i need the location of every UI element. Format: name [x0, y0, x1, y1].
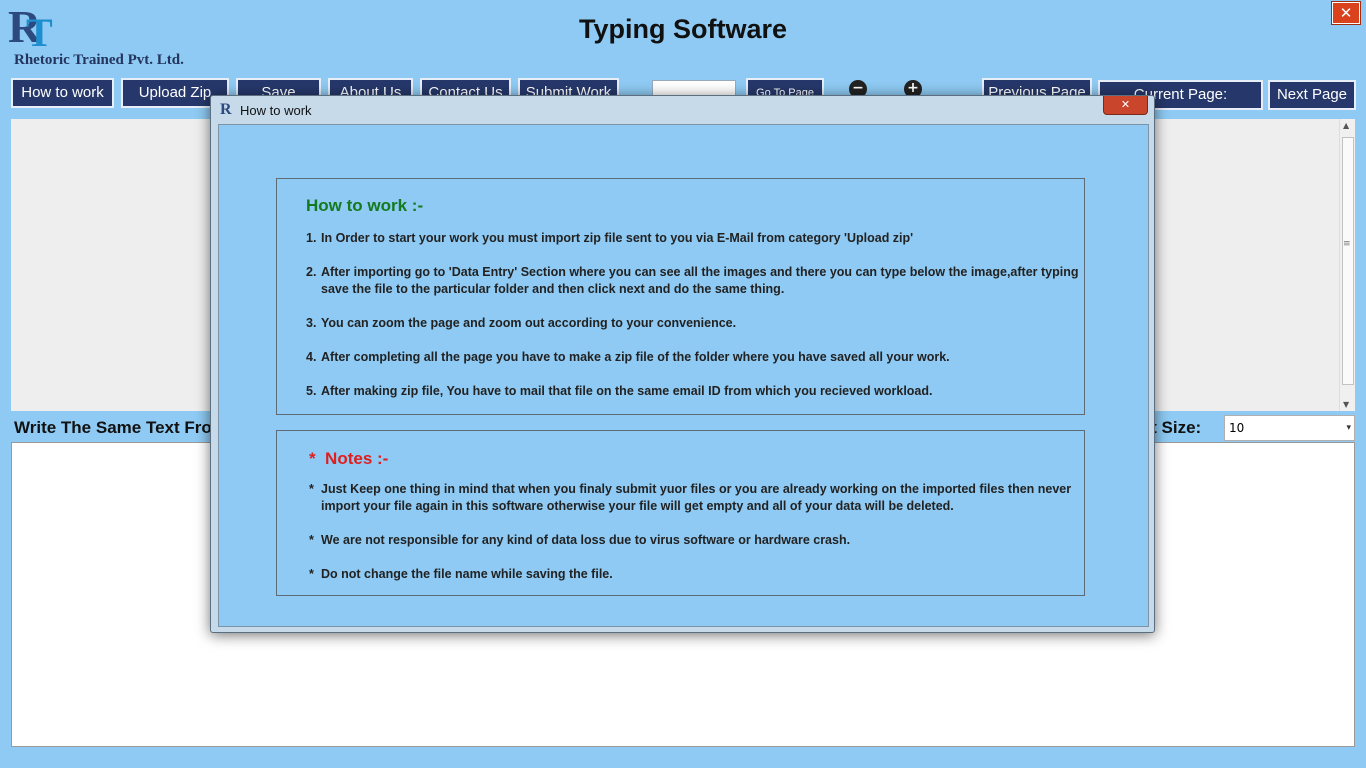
scroll-grip-icon: ≡	[1343, 239, 1351, 249]
list-item: 5. After making zip file, You have to ma…	[306, 383, 1081, 400]
scroll-thumb[interactable]	[1342, 137, 1354, 385]
note-text: Just Keep one thing in mind that when yo…	[321, 482, 1072, 513]
step-number: 5.	[306, 384, 317, 398]
dialog-close-button[interactable]: ✕	[1103, 96, 1148, 115]
list-item: 2. After importing go to 'Data Entry' Se…	[306, 264, 1081, 298]
font-size-select[interactable]: 10 ▾	[1224, 415, 1355, 441]
app-close-button[interactable]: ✕	[1332, 2, 1360, 24]
notes-panel: * Notes :- * Just Keep one thing in mind…	[276, 430, 1085, 596]
how-to-work-dialog: R How to work ✕ How to work :- 1. In Ord…	[210, 95, 1155, 633]
scroll-down-icon[interactable]: ▼	[1343, 400, 1349, 409]
note-text: We are not responsible for any kind of d…	[321, 533, 851, 547]
note-bullet: *	[309, 482, 314, 496]
note-bullet: *	[309, 567, 314, 581]
step-number: 1.	[306, 231, 317, 245]
note-bullet: *	[309, 533, 314, 547]
dialog-title: How to work	[240, 103, 312, 118]
step-text: After making zip file, You have to mail …	[321, 384, 933, 398]
step-text: In Order to start your work you must imp…	[321, 231, 914, 245]
step-text: You can zoom the page and zoom out accor…	[321, 316, 737, 330]
image-scrollbar[interactable]: ▲ ≡ ▼	[1339, 119, 1355, 411]
step-text: After importing go to 'Data Entry' Secti…	[321, 265, 1079, 296]
company-name: Rhetoric Trained Pvt. Ltd.	[14, 52, 184, 68]
step-number: 4.	[306, 350, 317, 364]
list-item: * We are not responsible for any kind of…	[309, 532, 1084, 549]
dialog-content: How to work :- 1. In Order to start your…	[218, 124, 1149, 627]
how-to-work-panel: How to work :- 1. In Order to start your…	[276, 178, 1085, 415]
next-page-button[interactable]: Next Page	[1268, 80, 1356, 110]
notes-heading: * Notes :-	[309, 449, 389, 468]
list-item: 3. You can zoom the page and zoom out ac…	[306, 315, 1081, 332]
step-number: 2.	[306, 265, 317, 279]
chevron-down-icon[interactable]: ▾	[1346, 416, 1351, 440]
app-title: Typing Software	[578, 14, 787, 44]
step-number: 3.	[306, 316, 317, 330]
step-text: After completing all the page you have t…	[321, 350, 950, 364]
how-to-work-button[interactable]: How to work	[11, 78, 114, 108]
list-item: 4. After completing all the page you hav…	[306, 349, 1081, 366]
write-text-label: Write The Same Text From	[14, 418, 227, 437]
list-item: 1. In Order to start your work you must …	[306, 230, 1081, 247]
how-to-work-heading: How to work :-	[306, 196, 424, 215]
font-size-value: 10	[1229, 421, 1245, 435]
dialog-app-icon: R	[220, 101, 232, 118]
scroll-up-icon[interactable]: ▲	[1343, 121, 1349, 130]
note-text: Do not change the file name while saving…	[321, 567, 613, 581]
list-item: * Do not change the file name while savi…	[309, 566, 1084, 583]
list-item: * Just Keep one thing in mind that when …	[309, 481, 1084, 515]
